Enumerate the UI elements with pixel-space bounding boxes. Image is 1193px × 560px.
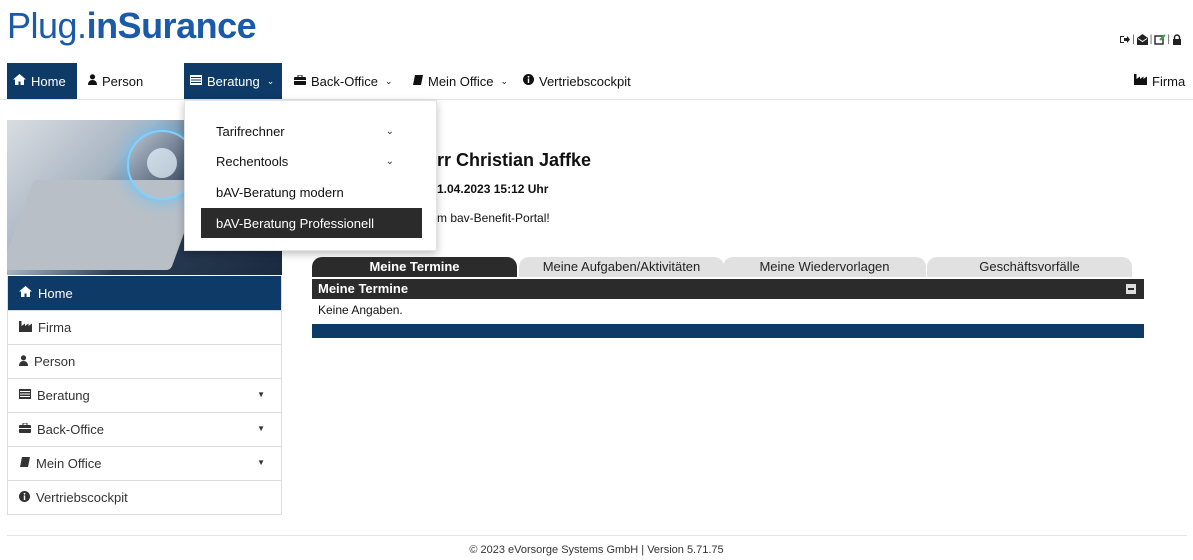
nav-mein-office[interactable]: Mein Office ⌄ xyxy=(406,63,514,99)
sidebar-item-mein-office[interactable]: Mein Office ▼ xyxy=(8,446,281,480)
nav-vertriebscockpit-label: Vertriebscockpit xyxy=(539,73,631,89)
dropdown-item-bav-professionell[interactable]: bAV-Beratung Professionell xyxy=(201,208,422,238)
nav-vertriebscockpit[interactable]: Vertriebscockpit xyxy=(517,63,637,99)
chevron-down-icon: ⌄ xyxy=(384,75,393,86)
person-icon xyxy=(19,354,28,369)
dropdown-item-label: Tarifrechner xyxy=(216,123,285,139)
beratung-icon xyxy=(19,389,31,402)
sidebar-item-label: Back-Office xyxy=(37,422,104,437)
footer-divider xyxy=(7,535,1187,536)
nav-person[interactable]: Person xyxy=(82,63,149,99)
top-icon-bar: | | | xyxy=(1119,34,1183,45)
nav-beratung-label: Beratung xyxy=(207,73,260,89)
dropdown-item-rechentools[interactable]: Rechentools ⌄ xyxy=(201,146,422,176)
sidebar-item-home[interactable]: Home xyxy=(8,276,281,310)
home-icon xyxy=(19,286,32,300)
book-icon xyxy=(19,457,30,470)
sidebar-item-label: Mein Office xyxy=(36,456,102,471)
dropdown-item-label: Rechentools xyxy=(216,153,289,169)
tab-meine-aufgaben[interactable]: Meine Aufgaben/Aktivitäten xyxy=(519,257,724,277)
book-icon xyxy=(412,74,423,88)
sidebar-item-person[interactable]: Person xyxy=(8,344,281,378)
nav-home-label: Home xyxy=(31,73,66,89)
nav-firma-label: Firma xyxy=(1152,73,1186,89)
chevron-down-icon: ⌄ xyxy=(266,75,275,86)
beratung-icon xyxy=(190,74,202,88)
nav-mein-office-label: Mein Office xyxy=(428,73,494,89)
lock-icon[interactable] xyxy=(1172,34,1183,45)
sidebar-item-beratung[interactable]: Beratung ▼ xyxy=(8,378,281,412)
info-icon xyxy=(523,74,534,88)
chevron-down-icon: ⌄ xyxy=(500,75,509,86)
nav-beratung[interactable]: Beratung ⌄ xyxy=(184,63,282,99)
last-login-text: 1.04.2023 15:12 Uhr xyxy=(437,182,549,196)
panel-empty-text: Keine Angaben. xyxy=(318,303,403,317)
nav-person-label: Person xyxy=(102,73,144,89)
dashboard-tabs: Meine Termine Meine Aufgaben/Aktivitäten… xyxy=(312,257,1132,277)
caret-down-icon: ▼ xyxy=(257,424,265,433)
tab-meine-wiedervorlagen[interactable]: Meine Wiedervorlagen xyxy=(723,257,926,277)
nav-firma[interactable]: Firma xyxy=(1128,63,1191,99)
logout-icon[interactable] xyxy=(1119,34,1131,45)
dropdown-item-label: bAV-Beratung Professionell xyxy=(216,215,375,231)
minimize-icon[interactable] xyxy=(1126,284,1136,294)
factory-icon xyxy=(1134,74,1147,88)
dropdown-item-tarifrechner[interactable]: Tarifrechner ⌄ xyxy=(201,116,422,146)
nav-back-office-label: Back-Office xyxy=(311,73,378,89)
nav-home[interactable]: Home xyxy=(7,63,77,99)
sidebar-item-label: Firma xyxy=(38,320,72,335)
dropdown-item-bav-modern[interactable]: bAV-Beratung modern xyxy=(201,177,422,207)
chevron-down-icon: ⌄ xyxy=(385,125,394,137)
tab-geschaeftsvorfaelle[interactable]: Geschäftsvorfälle xyxy=(927,257,1132,277)
welcome-text: m bav-Benefit-Portal! xyxy=(437,211,550,225)
mail-icon[interactable] xyxy=(1136,34,1148,45)
chevron-down-icon: ⌄ xyxy=(385,155,394,167)
caret-down-icon: ▼ xyxy=(257,390,265,399)
logo-part1: Plug. xyxy=(7,5,87,46)
sidebar-item-label: Person xyxy=(34,354,76,369)
factory-icon xyxy=(19,320,32,335)
tab-meine-termine[interactable]: Meine Termine xyxy=(312,257,517,277)
app-logo[interactable]: Plug.inSurance xyxy=(7,4,257,48)
sidebar-item-label: Beratung xyxy=(37,388,90,403)
dropdown-item-label: bAV-Beratung modern xyxy=(216,184,344,200)
sidebar-item-label: Vertriebscockpit xyxy=(36,490,128,505)
sidebar-item-back-office[interactable]: Back-Office ▼ xyxy=(8,412,281,446)
sidebar-item-firma[interactable]: Firma xyxy=(8,310,281,344)
logo-part2: inSurance xyxy=(86,5,257,46)
info-icon xyxy=(19,490,30,505)
main-navbar: Home Person Beratung ⌄ Back-Office ⌄ Mei… xyxy=(0,63,1193,100)
person-icon xyxy=(88,74,97,88)
greeting-text: rr Christian Jaffke xyxy=(437,150,592,170)
home-icon xyxy=(13,74,26,88)
briefcase-icon xyxy=(19,422,31,436)
nav-back-office[interactable]: Back-Office ⌄ xyxy=(288,63,399,99)
briefcase-icon xyxy=(294,74,306,88)
panel-title: Meine Termine xyxy=(318,281,409,296)
panel-footer-bar xyxy=(312,324,1144,338)
edit-icon[interactable] xyxy=(1154,34,1167,45)
sidebar-item-vertriebscockpit[interactable]: Vertriebscockpit xyxy=(8,480,281,514)
sidebar-item-label: Home xyxy=(38,285,73,301)
caret-down-icon: ▼ xyxy=(257,458,265,467)
sidebar-nav: Home Firma Person Beratung ▼ Back-Office… xyxy=(7,276,282,515)
beratung-dropdown-menu: Tarifrechner ⌄ Rechentools ⌄ bAV-Beratun… xyxy=(184,100,437,251)
panel-header: Meine Termine xyxy=(312,279,1144,299)
footer-text: © 2023 eVorsorge Systems GmbH | Version … xyxy=(469,544,724,556)
